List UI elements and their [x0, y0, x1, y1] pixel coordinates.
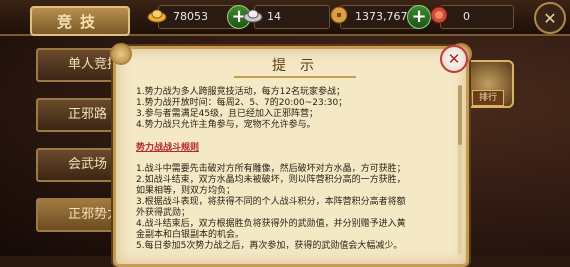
rule-line: 如果相等，则双方均负； [136, 186, 236, 196]
rule-line: 5.每日参加5次势力战之后，再次参加，获得的武勋值会大幅减少。 [136, 241, 403, 251]
rule-line: 1.势力战为多人跨服竞技活动，每方12名玩家参战； [136, 87, 346, 97]
coin-value: 1373,767 [355, 10, 408, 23]
rank-label[interactable]: 排行 [472, 90, 504, 106]
top-bar: 竞技 78053 + 14 1373,767 + 0 ✕ [0, 0, 570, 36]
token-icon [430, 6, 448, 24]
rule-line: 1.战斗中需要先击破对方所有雕像，然后破坏对方水晶，方可获胜； [136, 164, 406, 174]
token-value: 0 [463, 10, 470, 23]
rule-line: 4.势力战只允许主角参与，宠物不允许参与。 [136, 120, 316, 130]
page-title: 竞技 [30, 6, 130, 36]
gold-value: 78053 [173, 10, 208, 23]
close-dialog-button[interactable]: ✕ [440, 45, 468, 73]
tip-dialog: 提示 ✕ 1.势力战为多人跨服竞技活动，每方12名玩家参战； 1.势力战开放时间… [110, 43, 472, 267]
rule-line: 1.势力战开放时间：每周2、5、7的20:00~23:30； [136, 98, 348, 108]
rule-line: 外获得武勋； [136, 208, 191, 218]
rule-line: 3.参与者需满足45级，且已经加入正邪阵营； [136, 109, 319, 119]
gold-ingot-icon [147, 9, 167, 23]
corner-ornament [110, 43, 132, 65]
silver-ingot-icon [243, 9, 263, 23]
rule-line: 金副本和白银副本的机会。 [136, 230, 245, 240]
resource-token: 0 [430, 5, 514, 29]
resource-coin: 1373,767 + [330, 5, 431, 29]
rule-line: 3.根据战斗表现，将获得不同的个人战斗积分，本阵营积分高者将额 [136, 197, 406, 207]
silver-value: 14 [267, 10, 281, 23]
resource-gold: 78053 + [147, 5, 251, 29]
dialog-title: 提示 [234, 54, 356, 78]
scrollbar-thumb[interactable] [458, 85, 462, 145]
rule-line: 4.战斗结束后，双方根据胜负将获得外的武勋值，并分别赠予进入黄 [136, 219, 406, 229]
add-coin-button[interactable]: + [407, 5, 431, 29]
resource-silver: 14 [243, 5, 330, 29]
rule-line: 2.如战斗结束，双方水晶均未被破坏，则以阵营积分高的一方获胜， [136, 175, 406, 185]
section-title: 势力战战斗规则 [136, 143, 200, 153]
dialog-content: 1.势力战为多人跨服竞技活动，每方12名玩家参战； 1.势力战开放时间：每周2、… [136, 87, 436, 252]
close-page-button[interactable]: ✕ [534, 2, 566, 34]
dialog-scrollbar[interactable] [458, 85, 462, 255]
coin-icon [330, 6, 348, 24]
